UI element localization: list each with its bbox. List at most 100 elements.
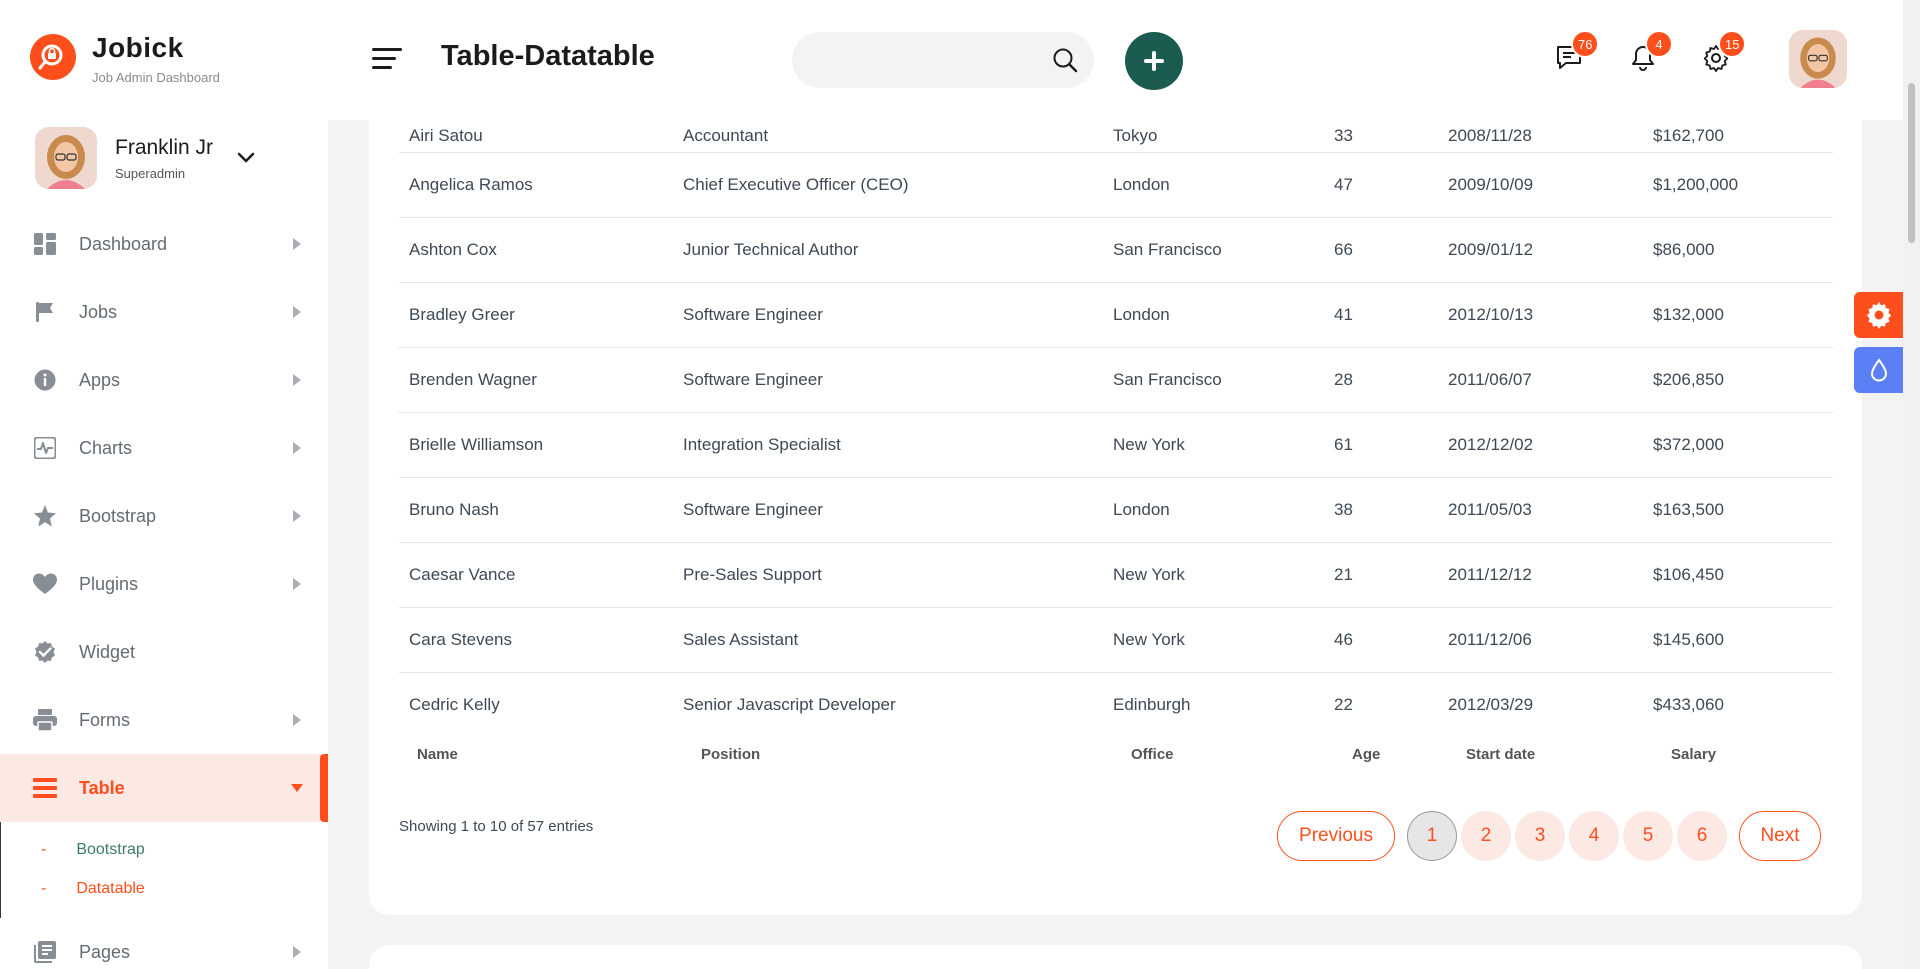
menu-toggle-icon[interactable]	[372, 48, 402, 72]
settings-button[interactable]: 15	[1702, 30, 1747, 74]
messages-button[interactable]: 76	[1555, 30, 1600, 74]
cell-name: Cara Stevens	[399, 607, 683, 673]
profile-role: Superadmin	[115, 166, 186, 181]
sidebar-item-label: Pages	[79, 941, 131, 962]
column-header-office[interactable]: Office	[1131, 746, 1174, 763]
theme-settings-button[interactable]	[1854, 292, 1904, 338]
cell-position: Chief Executive Officer (CEO)	[683, 152, 1113, 218]
cell-office: San Francisco	[1113, 347, 1334, 413]
table-row: Ashton Cox Junior Technical Author San Fra…	[399, 217, 1833, 283]
next-button[interactable]: Next	[1739, 811, 1821, 861]
column-header-name[interactable]: Name	[417, 746, 458, 763]
column-header-position[interactable]: Position	[701, 746, 760, 763]
cell-office: New York	[1113, 607, 1334, 673]
cell-position: Pre-Sales Support	[683, 542, 1113, 608]
cell-office: London	[1113, 477, 1334, 543]
badge-check-icon	[33, 640, 57, 664]
scrollbar-thumb[interactable]	[1908, 83, 1915, 243]
table-row: Caesar Vance Pre-Sales Support New York 21 2…	[399, 542, 1833, 608]
cell-age: 66	[1334, 217, 1448, 283]
chevron-down-icon[interactable]	[233, 145, 259, 171]
page-button-3[interactable]: 3	[1515, 811, 1565, 861]
avatar	[35, 127, 97, 189]
caret-right-icon	[290, 577, 304, 591]
sidebar-item-widget[interactable]: Widget	[0, 618, 328, 686]
sidebar-item-label: Apps	[79, 369, 121, 390]
sidebar-item-dashboard[interactable]: Dashboard	[0, 210, 328, 278]
sidebar-item-label: Jobs	[79, 301, 118, 322]
page-title: Table-Datatable	[441, 40, 655, 72]
page-scrollbar[interactable]	[1903, 0, 1920, 969]
gear-icon	[1866, 302, 1892, 329]
table-row: Bruno Nash Software Engineer London 38 2011/…	[399, 477, 1833, 543]
sidebar-item-plugins[interactable]: Plugins	[0, 550, 328, 618]
cell-age: 22	[1334, 694, 1353, 714]
cell-salary: $145,600	[1653, 607, 1833, 673]
cell-salary: $132,000	[1653, 282, 1833, 348]
notifications-button[interactable]: 4	[1629, 30, 1673, 74]
add-button[interactable]	[1125, 32, 1183, 90]
search-icon[interactable]	[1052, 47, 1078, 73]
cell-name: Brenden Wagner	[399, 347, 683, 413]
sidebar-item-apps[interactable]: Apps	[0, 346, 328, 414]
cell-salary: $86,000	[1653, 217, 1833, 283]
cell-start-date: 2012/12/02	[1448, 412, 1653, 478]
brand-name: Jobick	[92, 32, 184, 63]
table-icon	[33, 776, 57, 800]
submenu-item-bootstrap[interactable]: - Bootstrap	[1, 830, 328, 869]
caret-right-icon	[290, 509, 304, 523]
user-profile[interactable]: Franklin Jr Superadmin	[35, 127, 305, 189]
page-button-2[interactable]: 2	[1461, 811, 1511, 861]
cell-office: Edinburgh	[1113, 694, 1191, 714]
heart-icon	[33, 572, 57, 596]
sidebar-item-bootstrap[interactable]: Bootstrap	[0, 482, 328, 550]
cell-age: 46	[1334, 607, 1448, 673]
top-header: Table-Datatable 76 4 15	[328, 0, 1920, 120]
header-avatar[interactable]	[1789, 30, 1847, 88]
brand[interactable]: Jobick Job Admin Dashboard	[30, 30, 320, 90]
page-button-1[interactable]: 1	[1407, 811, 1457, 861]
cell-position: Senior Javascript Developer	[683, 694, 896, 714]
cell-start-date: 2012/10/13	[1448, 282, 1653, 348]
cell-position: Software Engineer	[683, 347, 1113, 413]
cell-name: Bradley Greer	[399, 282, 683, 348]
column-header-start-date[interactable]: Start date	[1466, 746, 1535, 763]
cell-salary: $372,000	[1653, 412, 1833, 478]
sidebar-item-label: Widget	[79, 641, 136, 662]
page-button-5[interactable]: 5	[1623, 811, 1673, 861]
page-button-6[interactable]: 6	[1677, 811, 1727, 861]
caret-right-icon	[290, 373, 304, 387]
table-submenu: - Bootstrap - Datatable	[0, 822, 328, 918]
cell-name: Ashton Cox	[399, 217, 683, 283]
sidebar-item-label: Plugins	[79, 573, 139, 594]
submenu-item-datatable[interactable]: - Datatable	[1, 869, 328, 908]
sidebar-item-label: Dashboard	[79, 233, 168, 254]
sidebar-item-pages[interactable]: Pages	[0, 918, 328, 969]
color-theme-button[interactable]	[1854, 347, 1904, 393]
sidebar-item-charts[interactable]: Charts	[0, 414, 328, 482]
sidebar-item-table[interactable]: Table	[0, 754, 328, 822]
sidebar-item-label: Forms	[79, 709, 130, 730]
cell-name: Angelica Ramos	[399, 152, 683, 218]
page-button-4[interactable]: 4	[1569, 811, 1619, 861]
column-header-salary[interactable]: Salary	[1671, 746, 1716, 763]
printer-icon	[33, 708, 57, 732]
sidebar-item-forms[interactable]: Forms	[0, 686, 328, 754]
cell-office: London	[1113, 152, 1334, 218]
cell-start-date: 2011/05/03	[1448, 477, 1653, 543]
search-input[interactable]	[816, 32, 1046, 88]
info-icon	[33, 368, 57, 392]
column-header-age[interactable]: Age	[1352, 746, 1380, 763]
cell-office: London	[1113, 282, 1334, 348]
table-row: Cara Stevens Sales Assistant New York 46 201…	[399, 607, 1833, 673]
cell-age: 38	[1334, 477, 1448, 543]
table-row: Brielle Williamson Integration Specialist…	[399, 412, 1833, 478]
star-icon	[33, 504, 57, 528]
sidebar-item-jobs[interactable]: Jobs	[0, 278, 328, 346]
messages-badge: 76	[1571, 30, 1600, 58]
sidebar-item-label: Charts	[79, 437, 133, 458]
previous-button[interactable]: Previous	[1277, 811, 1395, 861]
cell-office: San Francisco	[1113, 217, 1334, 283]
submenu-item-label: Datatable	[76, 879, 145, 897]
notifications-badge: 4	[1645, 30, 1673, 58]
